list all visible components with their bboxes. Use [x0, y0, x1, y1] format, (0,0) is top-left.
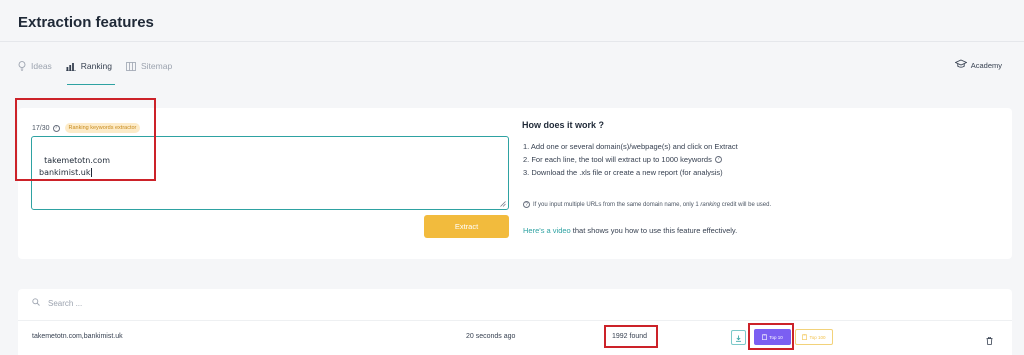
clipboard-icon: [802, 333, 808, 341]
annotation-box-input: [15, 98, 156, 181]
note-part: If you input multiple URLs from the same…: [533, 201, 701, 208]
report-urls: takemetotn.com,bankimist.uk: [32, 333, 123, 340]
extract-button[interactable]: Extract: [424, 215, 509, 238]
top100-label: Top 100: [809, 334, 826, 340]
tab-ranking-label: Ranking: [80, 61, 112, 71]
tab-ranking[interactable]: Ranking: [65, 59, 112, 73]
search-icon: [32, 298, 40, 308]
video-help-text: that shows you how to use this feature e…: [570, 226, 738, 235]
step-item: 3. Download the .xls file or create a ne…: [523, 166, 738, 179]
credit-note: ? If you input multiple URLs from the sa…: [523, 201, 771, 208]
tab-sitemap[interactable]: Sitemap: [126, 59, 172, 73]
resize-handle-icon[interactable]: [500, 201, 506, 207]
download-button[interactable]: [731, 330, 746, 345]
bar-chart-icon: [65, 62, 76, 71]
help-icon[interactable]: ?: [714, 156, 722, 163]
trash-icon: [986, 332, 993, 349]
video-link[interactable]: Here's a video: [523, 226, 571, 235]
tab-ideas[interactable]: Ideas: [18, 59, 52, 73]
report-time: 20 seconds ago: [466, 333, 516, 340]
video-help-line: Here's a video that shows you how to use…: [523, 226, 737, 235]
step-text: 2. For each line, the tool will extract …: [523, 155, 712, 164]
how-it-works-title: How does it work ?: [522, 120, 605, 130]
step-item: 2. For each line, the tool will extract …: [523, 153, 738, 166]
active-tab-indicator: [67, 84, 115, 85]
page-title: Extraction features: [18, 14, 154, 31]
header-divider: [0, 41, 1024, 42]
download-icon: [735, 329, 742, 347]
list-divider: [18, 320, 1012, 321]
step-item: 1. Add one or several domain(s)/webpage(…: [523, 140, 738, 153]
note-part: credit will be used.: [720, 201, 772, 208]
academy-link[interactable]: Academy: [954, 59, 1002, 71]
help-icon: ?: [523, 201, 530, 208]
search-input[interactable]: Search ...: [48, 299, 82, 308]
tab-ideas-label: Ideas: [31, 61, 52, 71]
graduation-cap-icon: [954, 59, 968, 71]
credit-note-text: If you input multiple URLs from the same…: [533, 202, 771, 208]
lightbulb-icon: [18, 61, 26, 71]
step-text: 1. Add one or several domain(s)/webpage(…: [523, 142, 738, 151]
annotation-box-found: [604, 325, 658, 348]
how-it-works-steps: 1. Add one or several domain(s)/webpage(…: [523, 140, 738, 179]
top100-report-button[interactable]: Top 100: [795, 329, 833, 345]
delete-report-button[interactable]: [986, 332, 993, 350]
step-text: 3. Download the .xls file or create a ne…: [523, 168, 723, 177]
sitemap-icon: [126, 61, 136, 71]
tab-bar: Ideas Ranking Sitemap: [18, 59, 186, 73]
academy-label: Academy: [970, 60, 1002, 70]
annotation-box-top10: [748, 323, 794, 350]
note-emphasis: ranking: [700, 201, 721, 208]
reports-card: [18, 289, 1012, 355]
search-bar[interactable]: Search ...: [32, 298, 82, 308]
tab-sitemap-label: Sitemap: [140, 61, 173, 71]
